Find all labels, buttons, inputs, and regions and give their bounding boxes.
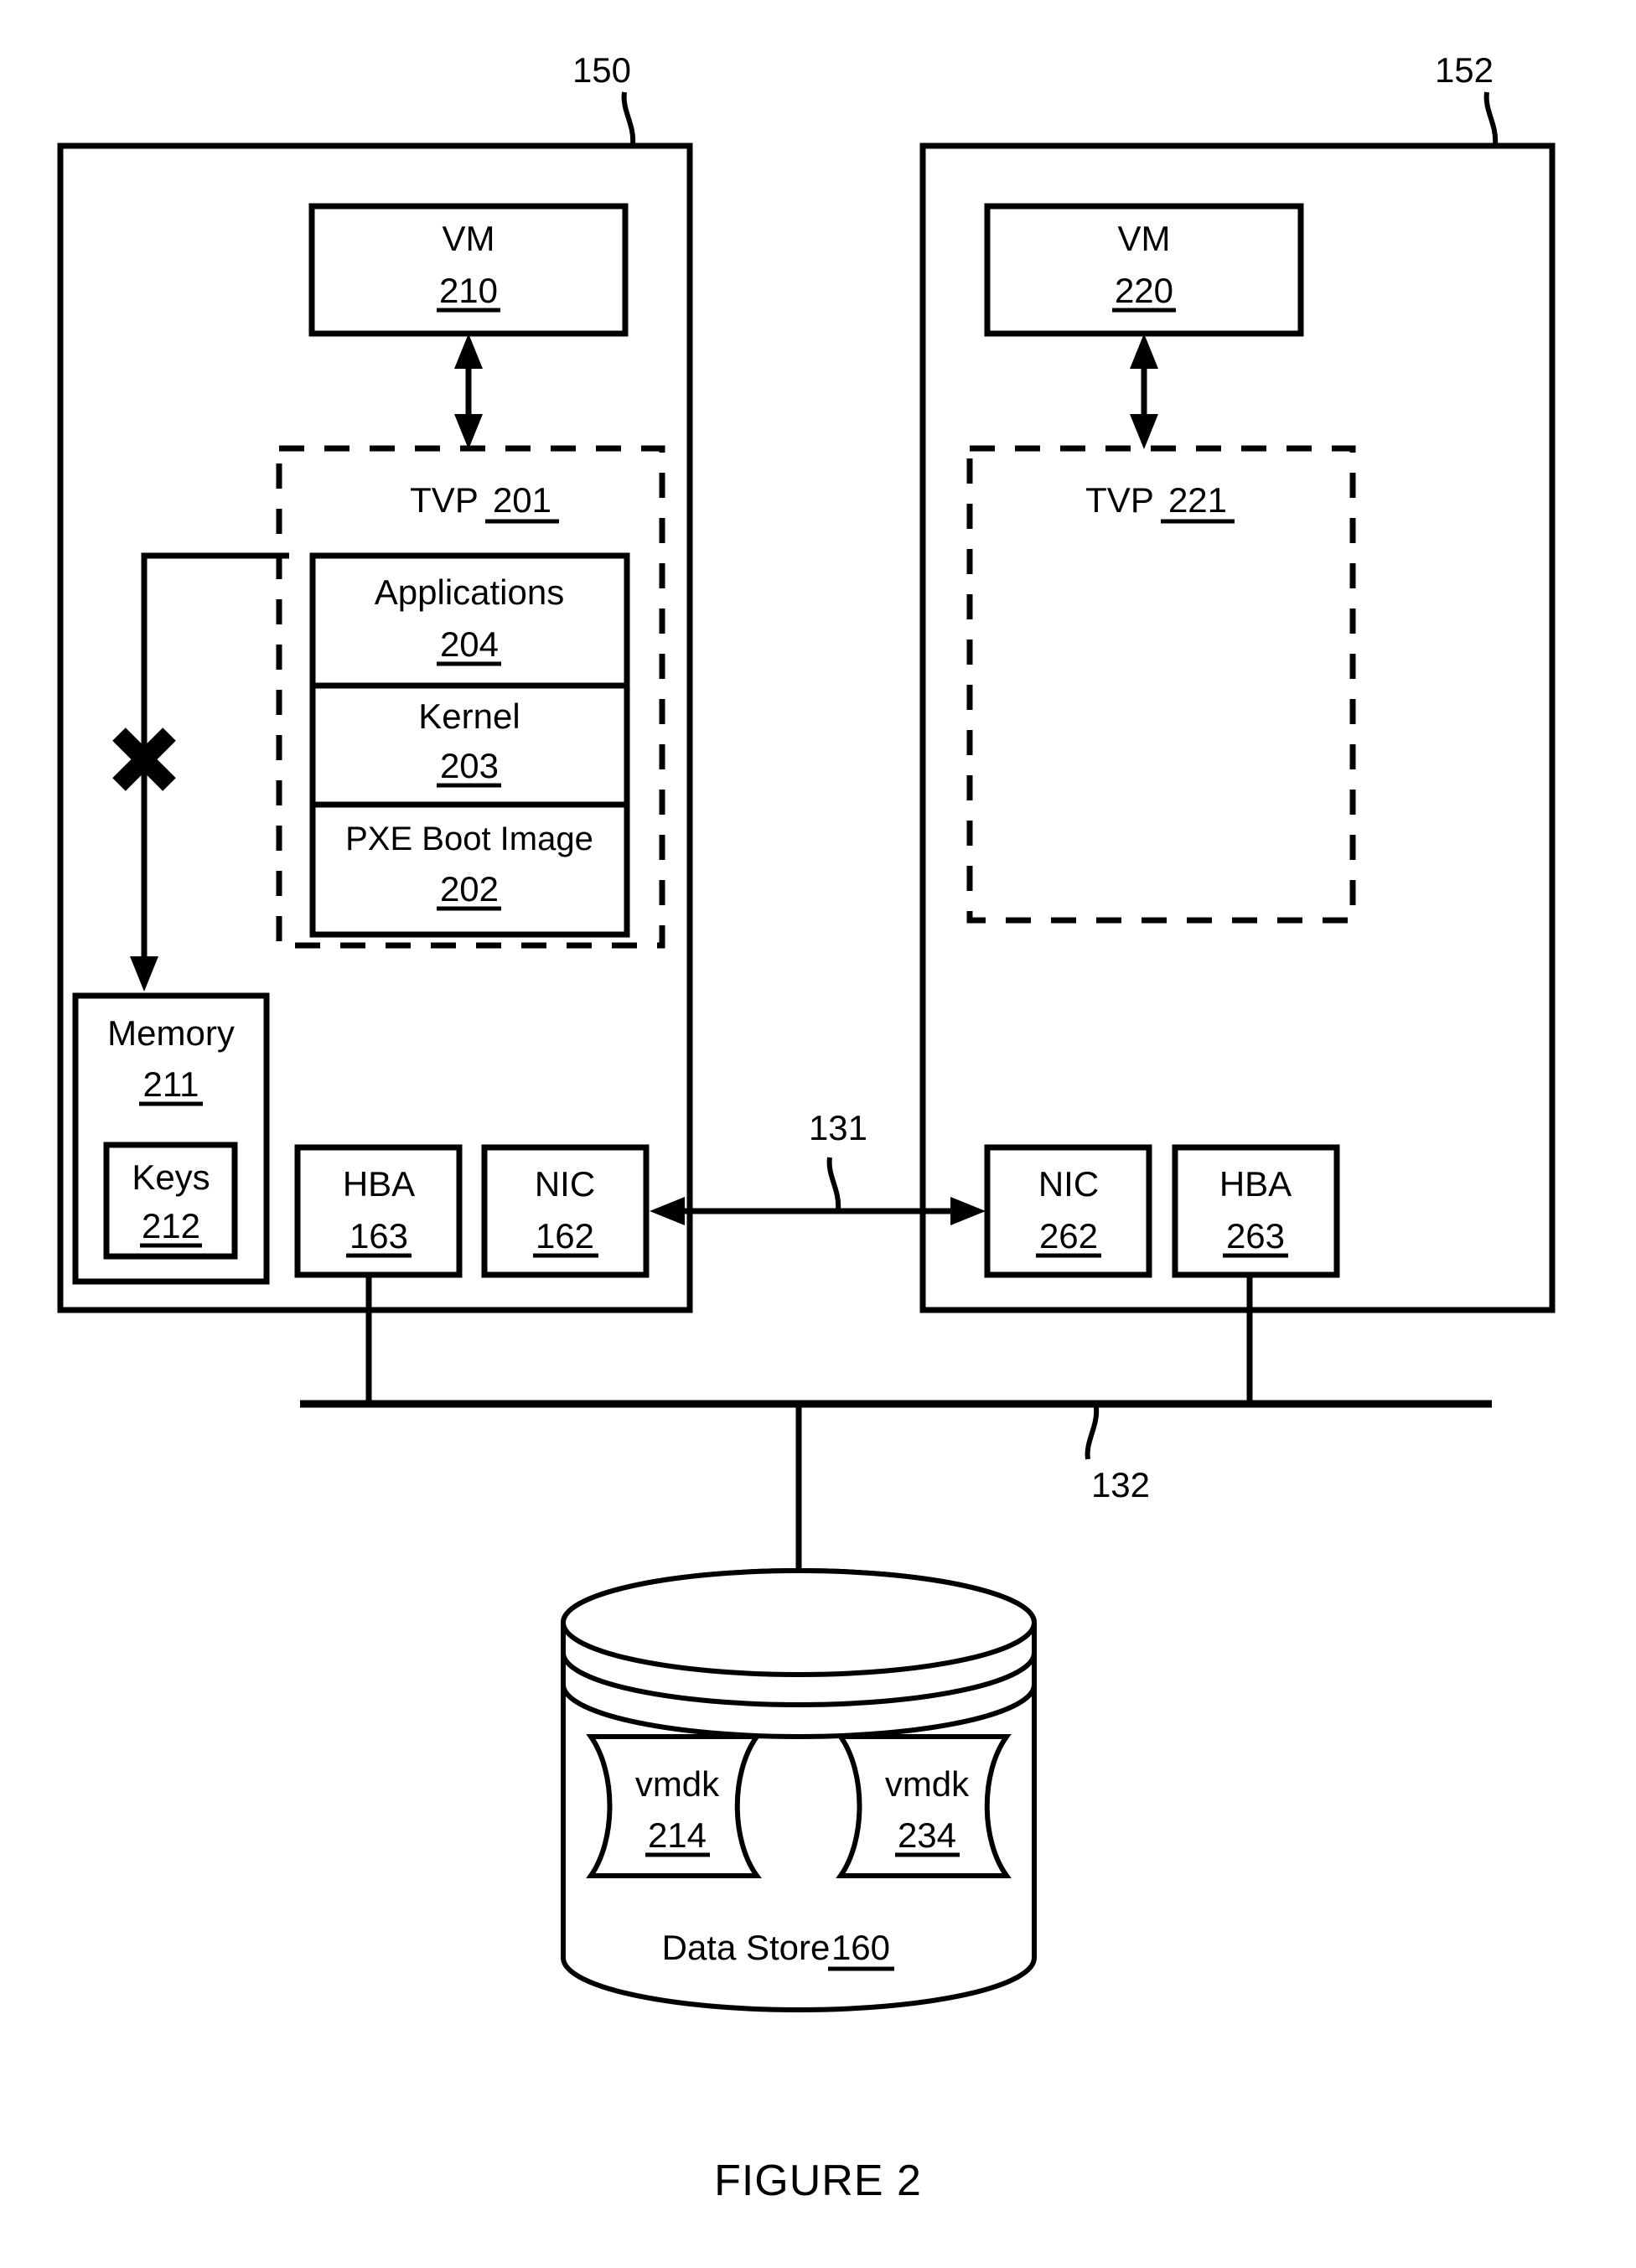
host-150-ref: 150	[572, 50, 631, 90]
hba-263-ref: 263	[1226, 1216, 1285, 1256]
tvp-201-label: TVP	[410, 480, 479, 520]
leader-152	[1483, 91, 1499, 145]
nic-162-label: NIC	[535, 1164, 595, 1204]
kernel-203-label: Kernel	[418, 696, 520, 736]
vm-210-label: VM	[443, 219, 495, 258]
vmdk-214-label: vmdk	[635, 1764, 720, 1804]
applications-204-label: Applications	[375, 572, 564, 612]
host-152-group: 152 VM 220 TVP 221 NIC 262 HBA 263	[919, 50, 1556, 1313]
memory-211-label: Memory	[107, 1013, 235, 1053]
storage-bus-132: 132	[300, 1275, 1492, 1576]
kernel-203-ref: 203	[440, 746, 499, 785]
leader-131	[826, 1157, 841, 1210]
applications-204-ref: 204	[440, 624, 499, 664]
datastore-160-group: vmdk 214 vmdk 234 Data Store 160	[561, 1568, 1037, 2012]
host-152-ref: 152	[1435, 50, 1494, 90]
nic-262-label: NIC	[1038, 1164, 1099, 1204]
vmdk-234-ref: 234	[898, 1815, 956, 1855]
hba-263-label: HBA	[1219, 1164, 1292, 1204]
patent-figure-2: 150 VM 210 TVP 201 Applications 204 Kern…	[0, 0, 1636, 2268]
keys-212-ref: 212	[142, 1206, 200, 1245]
vmdk-234-label: vmdk	[885, 1764, 970, 1804]
vm-220-ref: 220	[1115, 271, 1173, 310]
datastore-160-ref: 160	[831, 1928, 890, 1967]
pxe-boot-image-202-label: PXE Boot Image	[345, 821, 593, 857]
leader-132	[1085, 1406, 1100, 1460]
datastore-cylinder-top	[561, 1568, 1037, 1677]
nic-262-ref: 262	[1039, 1216, 1098, 1256]
vm-220-label: VM	[1118, 219, 1171, 258]
vmdk-214-ref: 214	[648, 1815, 707, 1855]
host-150-group: 150 VM 210 TVP 201 Applications 204 Kern…	[57, 50, 693, 1313]
network-link-131-ref: 131	[809, 1108, 867, 1147]
memory-211-ref: 211	[143, 1064, 199, 1104]
tvp-221-ref: 221	[1168, 480, 1227, 520]
hba-163-label: HBA	[343, 1164, 415, 1204]
tvp-221-label: TVP	[1085, 480, 1154, 520]
hba-163-ref: 163	[349, 1216, 408, 1256]
tvp-201-ref: 201	[493, 480, 551, 520]
leader-150	[621, 91, 636, 145]
storage-bus-132-ref: 132	[1091, 1465, 1150, 1504]
keys-212-label: Keys	[132, 1157, 210, 1197]
vm-210-ref: 210	[439, 271, 498, 310]
nic-162-ref: 162	[536, 1216, 594, 1256]
figure-caption: FIGURE 2	[714, 2157, 922, 2205]
pxe-boot-image-202-ref: 202	[440, 869, 499, 909]
datastore-160-label: Data Store	[662, 1928, 831, 1967]
